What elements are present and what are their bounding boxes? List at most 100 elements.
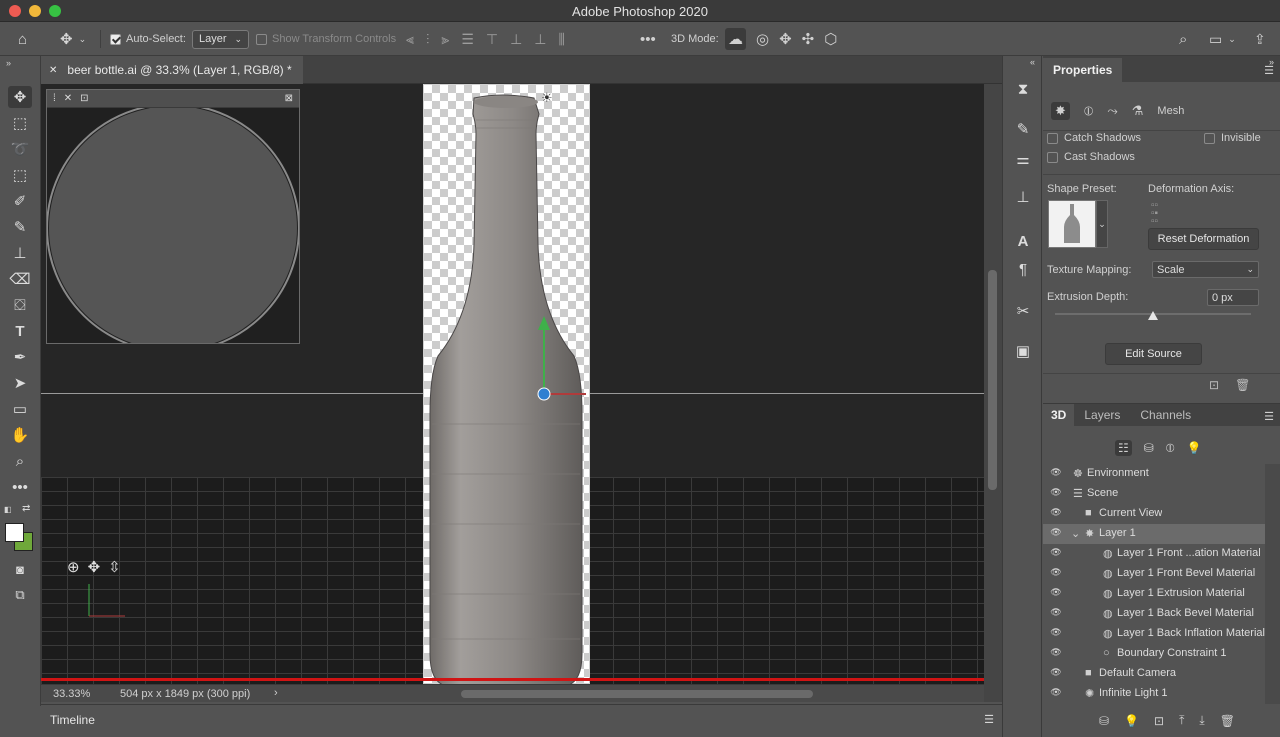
align-right-icon[interactable]: ⫸ <box>441 31 449 48</box>
reset-deformation-button[interactable]: Reset Deformation <box>1148 228 1259 250</box>
paint-bucket-tool[interactable]: ⛋ <box>8 294 32 316</box>
scene-tree-scrollbar[interactable] <box>1265 464 1280 704</box>
delete-icon[interactable]: 🗑 <box>1220 714 1235 728</box>
visibility-eye-icon[interactable]: 👁 <box>1049 507 1063 518</box>
more-options-button[interactable]: ••• <box>640 22 656 56</box>
object-select-tool[interactable]: ⬚ <box>8 164 32 186</box>
scene-tree-item[interactable]: 👁 ◍ Layer 1 Front Bevel Material <box>1043 564 1265 584</box>
pan-icon[interactable]: ✥ <box>88 558 101 576</box>
clone-source-icon[interactable]: ⊥ <box>1011 186 1035 208</box>
vertical-scrollbar[interactable] <box>984 84 1002 702</box>
orbit-icon[interactable]: ⊕ <box>67 558 80 576</box>
align-center-icon[interactable]: ⫶ <box>426 31 430 48</box>
scene-tree-item[interactable]: 👁 ○ Boundary Constraint 1 <box>1043 644 1265 664</box>
coordinates-tab-icon[interactable]: ⚗ <box>1132 103 1144 119</box>
visibility-eye-icon[interactable]: 👁 <box>1049 547 1063 558</box>
swap-colors-icon[interactable]: ⇄ <box>22 503 30 514</box>
scene-tree-item[interactable]: 👁 ⌄ ✸ Layer 1 <box>1043 524 1265 544</box>
orbit-3d-icon[interactable]: ☁ <box>725 28 746 50</box>
tab-channels[interactable]: Channels <box>1130 404 1201 426</box>
render-icon[interactable]: ⊡ <box>1209 378 1219 392</box>
scene-tree-item[interactable]: 👁 ◍ Layer 1 Extrusion Material <box>1043 584 1265 604</box>
visibility-eye-icon[interactable]: 👁 <box>1049 667 1063 678</box>
scale-3d-icon[interactable]: ⬡ <box>824 30 837 48</box>
brush-tool[interactable]: ✎ <box>8 216 32 238</box>
document-info[interactable]: 504 px x 1849 px (300 ppi) <box>120 688 250 700</box>
zoom-tool[interactable]: ⌕ <box>8 450 32 472</box>
visibility-eye-icon[interactable]: 👁 <box>1049 527 1063 538</box>
shape-preset-thumbnail[interactable] <box>1048 200 1096 248</box>
stamp-tool[interactable]: ⊥ <box>8 242 32 264</box>
character-icon[interactable]: A <box>1011 230 1035 252</box>
tab-layers[interactable]: Layers <box>1074 404 1130 426</box>
swap-view-icon[interactable]: ⊠ <box>285 93 293 104</box>
history-icon[interactable]: ⧗ <box>1011 78 1035 100</box>
deformation-axis-grid-icon[interactable]: ▫▫ ▫▪ ▫▫ <box>1151 201 1158 227</box>
scene-tree-item[interactable]: 👁 ☰ Scene <box>1043 484 1265 504</box>
whole-scene-filter-icon[interactable]: ☷ <box>1115 440 1132 456</box>
show-transform-checkbox[interactable] <box>256 33 267 45</box>
align-bottom-icon[interactable]: ⊥ <box>534 31 546 48</box>
invisible-checkbox[interactable] <box>1204 132 1215 144</box>
close-view-icon[interactable]: ✕ <box>64 93 72 104</box>
marquee-tool[interactable]: ⬚ <box>8 112 32 134</box>
texture-mapping-select[interactable]: Scale ⌄ <box>1152 261 1259 278</box>
secondary-view-panel[interactable]: ⁞ ✕ ⊡ ⊠ <box>46 89 300 353</box>
more-tools[interactable]: ••• <box>8 476 32 498</box>
status-menu-icon[interactable]: › <box>274 687 278 699</box>
edit-source-button[interactable]: Edit Source <box>1105 343 1202 365</box>
path-select-tool[interactable]: ➤ <box>8 372 32 394</box>
eraser-tool[interactable]: ⌫ <box>8 268 32 290</box>
hand-tool[interactable]: ✋ <box>8 424 32 446</box>
tab-3d[interactable]: 3D <box>1043 404 1075 426</box>
visibility-eye-icon[interactable]: 👁 <box>1049 627 1063 638</box>
slider-thumb[interactable] <box>1148 311 1158 320</box>
pan-3d-icon[interactable]: ✥ <box>779 30 792 48</box>
auto-select-dropdown[interactable]: Layer ⌄ <box>192 29 250 49</box>
add-light-icon[interactable]: 💡 <box>1124 714 1139 728</box>
scene-tree-item[interactable]: 👁 ☸ Environment <box>1043 464 1265 484</box>
eyedropper-tool[interactable]: ✐ <box>8 190 32 212</box>
visibility-eye-icon[interactable]: 👁 <box>1049 647 1063 658</box>
zoom-level[interactable]: 33.33% <box>53 688 90 700</box>
extrusion-depth-input[interactable]: 0 px <box>1207 289 1259 306</box>
panel-menu-icon[interactable]: ☰ <box>984 713 994 726</box>
visibility-eye-icon[interactable]: 👁 <box>1049 567 1063 578</box>
visibility-eye-icon[interactable]: 👁 <box>1049 467 1063 478</box>
pen-tool[interactable]: ✒ <box>8 346 32 368</box>
brush-settings-icon[interactable]: ✎ <box>1011 118 1035 140</box>
document-tab[interactable]: ✕ beer bottle.ai @ 33.3% (Layer 1, RGB/8… <box>41 56 303 84</box>
scene-tree-item[interactable]: 👁 ■ Default Camera <box>1043 664 1265 684</box>
lights-filter-icon[interactable]: 💡 <box>1187 441 1202 455</box>
move-tool-preset-button[interactable]: ✥ ⌄ <box>60 22 86 56</box>
expand-icon[interactable]: « <box>1030 57 1035 67</box>
align-top-icon[interactable]: ⊤ <box>486 31 498 48</box>
home-button[interactable]: ⌂ <box>18 22 27 56</box>
collapse-icon[interactable]: ⁞ <box>53 93 56 104</box>
lasso-tool[interactable]: ➰ <box>8 138 32 160</box>
paragraph-icon[interactable]: ¶ <box>1011 258 1035 280</box>
distribute-v-icon[interactable]: ⫼ <box>558 31 564 48</box>
cast-shadows-checkbox[interactable] <box>1047 151 1058 163</box>
mesh-tab-icon[interactable]: ✸ <box>1051 102 1070 120</box>
rectangle-tool[interactable]: ▭ <box>8 398 32 420</box>
default-colors-icon[interactable]: ◧ <box>4 505 12 514</box>
canvas[interactable]: ☀ ⁞ ✕ ⊡ ⊠ ⊕ ✥ ⇳ <box>41 84 984 686</box>
extrusion-depth-slider[interactable] <box>1055 311 1251 320</box>
catch-shadows-checkbox[interactable] <box>1047 132 1058 144</box>
visibility-eye-icon[interactable]: 👁 <box>1049 687 1063 698</box>
slide-3d-icon[interactable]: ✣ <box>802 30 815 48</box>
visibility-eye-icon[interactable]: 👁 <box>1049 487 1063 498</box>
type-tool[interactable]: T <box>8 320 32 342</box>
align-left-icon[interactable]: ⫷ <box>406 31 414 48</box>
delete-icon[interactable]: 🗑 <box>1235 378 1250 392</box>
scene-tree-item[interactable]: 👁 ◍ Layer 1 Back Inflation Material <box>1043 624 1265 644</box>
visibility-eye-icon[interactable]: 👁 <box>1049 607 1063 618</box>
move-to-ground-icon[interactable]: ⤓ <box>1199 713 1204 728</box>
quick-mask-button[interactable]: ◙ <box>8 558 32 580</box>
adjustments-icon[interactable]: ⚌ <box>1011 148 1035 170</box>
light-widget-icon[interactable]: ☀ <box>541 90 553 106</box>
view-select-icon[interactable]: ⊡ <box>80 93 88 104</box>
navigator-icon[interactable]: ▣ <box>1011 340 1035 362</box>
horizontal-scrollbar[interactable] <box>461 690 813 698</box>
